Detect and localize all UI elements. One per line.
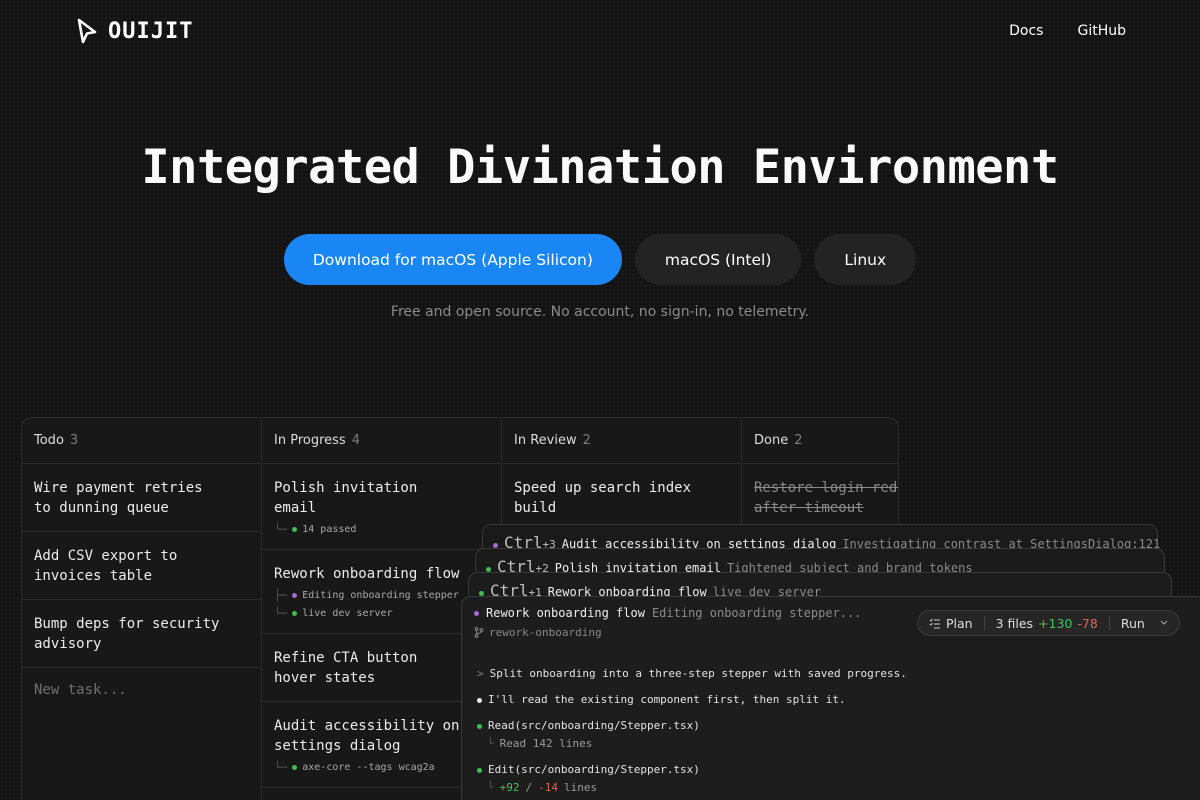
status-dot-icon: [292, 593, 298, 598]
files-changed: 3 files: [995, 615, 1034, 631]
plan-button[interactable]: Plan: [918, 611, 984, 635]
tree-connector: └─: [274, 607, 288, 620]
branch-label: rework-onboarding: [474, 626, 602, 639]
tool-result: └ Read 142 lines: [487, 737, 907, 751]
tool-call-text: Edit(src/onboarding/Stepper.tsx): [488, 763, 700, 776]
tool-result-text: Read 142 lines: [499, 737, 593, 750]
lines-removed: -14: [538, 781, 558, 794]
hero-title: Integrated Divination Environment: [141, 140, 1059, 195]
task-status-text: Editing onboarding stepper: [302, 590, 459, 601]
task-status: └─ live dev server: [274, 607, 489, 620]
tool-call-edit: Edit(src/onboarding/Stepper.tsx): [477, 763, 907, 777]
column-count: 4: [351, 433, 360, 448]
task-status: └─ 14 passed: [274, 523, 489, 536]
diff-separator: /: [525, 781, 533, 794]
tree-connector: └─: [274, 761, 288, 774]
agent-log: > Split onboarding into a three-step ste…: [477, 667, 907, 795]
reply-text: I'll read the existing component first, …: [488, 693, 846, 706]
column-count: 2: [582, 433, 591, 448]
plan-label: Plan: [946, 615, 973, 631]
status-dot-icon: [477, 723, 482, 729]
download-intel-button[interactable]: macOS (Intel): [634, 234, 802, 285]
session-status: Editing onboarding stepper...: [651, 606, 862, 620]
task-title: Audit accessibility on settings dialog: [274, 718, 460, 754]
branch-name: rework-onboarding: [489, 626, 602, 639]
tree-connector: └─: [274, 523, 288, 536]
column-count: 2: [794, 433, 803, 448]
top-nav: Docs GitHub: [1009, 23, 1126, 39]
run-button[interactable]: Run: [1110, 611, 1179, 635]
user-prompt: > Split onboarding into a three-step ste…: [477, 667, 907, 681]
tree-connector: └: [487, 737, 494, 750]
bullet-icon: [477, 697, 482, 703]
column-name: Done: [754, 433, 789, 448]
task-card[interactable]: Add CSV export to invoices table: [22, 532, 261, 600]
lines-added: +130: [1038, 615, 1073, 631]
task-title: Refine CTA button hover states: [274, 650, 418, 686]
logo[interactable]: OUIJIT: [74, 17, 193, 45]
task-status: └─ axe-core --tags wcag2a: [274, 761, 489, 774]
new-task-input[interactable]: New task...: [22, 668, 261, 712]
task-status-text: live dev server: [302, 608, 393, 619]
nav-docs-link[interactable]: Docs: [1009, 23, 1043, 39]
agent-reply: I'll read the existing component first, …: [477, 693, 907, 707]
prompt-chevron-icon: >: [477, 667, 484, 680]
run-label: Run: [1120, 615, 1145, 631]
task-title-line: after timeout: [754, 500, 864, 516]
task-title-line: Restore login redirect: [754, 480, 898, 496]
nav-github-link[interactable]: GitHub: [1077, 23, 1126, 39]
status-dot-icon: [477, 767, 482, 773]
lines-added: +92: [499, 781, 520, 794]
task-title: Rework onboarding flow: [274, 566, 460, 582]
task-card[interactable]: Bump deps for security advisory: [22, 600, 261, 668]
column-name: In Review: [514, 433, 577, 448]
download-buttons: Download for macOS (Apple Silicon) macOS…: [0, 234, 1200, 285]
task-status: ├─ Editing onboarding stepper: [274, 589, 489, 602]
lines-removed: -78: [1077, 615, 1098, 631]
task-card[interactable]: Restore login redirect after timeout: [742, 464, 898, 532]
task-status-text: 14 passed: [302, 524, 357, 535]
status-dot-icon: [292, 527, 298, 532]
ouijit-planchette-icon: [77, 18, 97, 44]
download-apple-silicon-button[interactable]: Download for macOS (Apple Silicon): [283, 234, 622, 285]
session-toolbar: Plan 3 files +130 -78 Run: [917, 610, 1180, 636]
column-todo: Todo 3 Wire payment retries to dunning q…: [22, 418, 262, 800]
column-name: Todo: [34, 433, 64, 448]
task-card[interactable]: Speed up search index build: [502, 464, 741, 532]
task-title: Add CSV export to invoices table: [34, 548, 178, 584]
task-title: Wire payment retries to dunning queue: [34, 480, 203, 516]
lines-unit: lines: [564, 781, 598, 794]
task-card[interactable]: Wire payment retries to dunning queue: [22, 464, 261, 532]
chevron-down-icon: [1160, 620, 1168, 625]
task-title: Bump deps for security advisory: [34, 616, 220, 652]
diff-summary-button[interactable]: 3 files +130 -78: [985, 611, 1109, 635]
logo-text: OUIJIT: [108, 18, 194, 44]
column-header: Done 2: [742, 418, 898, 464]
status-dot-icon: [292, 765, 298, 770]
column-header: In Progress 4: [262, 418, 501, 464]
column-header: Todo 3: [22, 418, 261, 464]
download-linux-button[interactable]: Linux: [814, 234, 917, 285]
status-dot-icon: [474, 610, 479, 616]
column-name: In Progress: [274, 433, 346, 448]
prompt-text: Split onboarding into a three-step stepp…: [489, 667, 907, 680]
task-title: Speed up search index build: [514, 480, 692, 516]
tree-connector: ├─: [274, 589, 288, 602]
column-header: In Review 2: [502, 418, 741, 464]
tree-connector: └: [487, 781, 494, 794]
status-dot-icon: [292, 611, 298, 616]
active-session-panel: Rework onboarding flow Editing onboardin…: [461, 596, 1200, 800]
task-status-text: axe-core --tags wcag2a: [302, 762, 435, 773]
tool-call-text: Read(src/onboarding/Stepper.tsx): [488, 719, 700, 732]
task-title: Polish invitation email: [274, 480, 418, 516]
checklist-icon: [929, 618, 940, 628]
task-card[interactable]: Polish invitation email └─ 14 passed: [262, 464, 501, 550]
tool-result: └ +92 / -14 lines: [487, 781, 907, 795]
hero-subtitle: Free and open source. No account, no sig…: [390, 304, 810, 320]
column-count: 3: [69, 433, 79, 448]
session-header: Rework onboarding flow Editing onboardin…: [474, 606, 861, 620]
session-title: Rework onboarding flow: [486, 606, 645, 620]
tool-call-read: Read(src/onboarding/Stepper.tsx): [477, 719, 907, 733]
git-branch-icon: [474, 627, 484, 638]
